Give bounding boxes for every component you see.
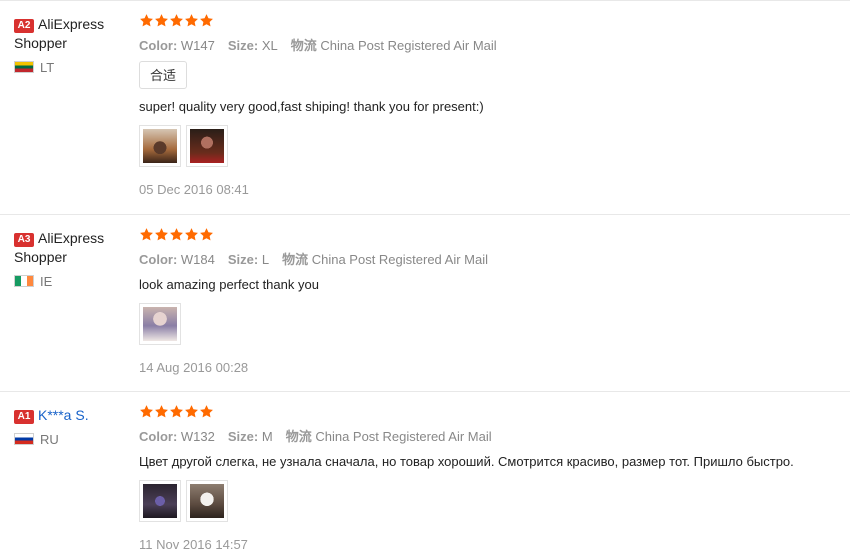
size-label: Size: <box>227 429 259 444</box>
size-value: XL <box>261 38 278 53</box>
order-attributes: Color: W147 Size: XL 物流 China Post Registe… <box>139 37 840 54</box>
star-icon <box>139 404 154 419</box>
star-icon <box>169 227 184 242</box>
country-code: RU <box>40 432 59 447</box>
shipping-value: China Post Registered Air Mail <box>320 38 497 53</box>
star-icon <box>139 13 154 28</box>
star-icon <box>199 404 214 419</box>
reviewer-info: A3 AliExpress Shopper IE <box>14 229 124 290</box>
shipping-value: China Post Registered Air Mail <box>315 429 492 444</box>
color-label: Color: <box>139 429 178 444</box>
review-item: A2 AliExpress Shopper LT Color: W147 Size:… <box>0 0 850 215</box>
star-icon <box>184 404 199 419</box>
ireland-flag-icon <box>14 275 34 287</box>
review-photo-thumbnail[interactable] <box>139 303 181 345</box>
review-date: 14 Aug 2016 00:28 <box>139 360 249 375</box>
reviewer-name-line[interactable]: A1 K***a S. <box>14 406 124 425</box>
review-item: A3 AliExpress Shopper IE Color: W184 Size:… <box>0 215 850 392</box>
shipping-value: China Post Registered Air Mail <box>311 252 489 267</box>
reviewer-country: LT <box>14 60 124 76</box>
review-date: 11 Nov 2016 14:57 <box>139 537 248 552</box>
review-photos <box>139 303 840 345</box>
order-attributes: Color: W132 Size: M 物流 China Post Register… <box>139 428 840 445</box>
reviewer-name-line: A2 AliExpress Shopper <box>14 15 124 53</box>
reviewer-name-link[interactable]: K***a S. <box>38 407 89 423</box>
star-icon <box>199 227 214 242</box>
star-icon <box>154 404 169 419</box>
size-value: M <box>261 429 273 444</box>
color-value: W147 <box>180 38 215 53</box>
color-label: Color: <box>139 38 178 53</box>
star-icon <box>169 404 184 419</box>
country-code: IE <box>40 274 53 289</box>
size-label: Size: <box>227 38 259 53</box>
review-item: A1 K***a S. RU Color: W132 Size: M 物流 China… <box>0 392 850 560</box>
star-icon <box>184 227 199 242</box>
review-photo-thumbnail[interactable] <box>139 125 181 167</box>
color-value: W184 <box>180 252 215 267</box>
review-date: 05 Dec 2016 08:41 <box>139 182 249 197</box>
review-photos <box>139 125 840 167</box>
star-icon <box>154 13 169 28</box>
star-rating <box>139 13 840 33</box>
review-body: Color: W132 Size: M 物流 China Post Register… <box>139 404 840 553</box>
star-rating <box>139 404 840 424</box>
size-label: Size: <box>227 252 259 267</box>
lithuania-flag-icon <box>14 61 34 73</box>
reviewer-name-line: A3 AliExpress Shopper <box>14 229 124 267</box>
review-photo-thumbnail[interactable] <box>186 480 228 522</box>
star-icon <box>154 227 169 242</box>
star-icon <box>139 227 154 242</box>
reviewer-info: A1 K***a S. RU <box>14 406 124 448</box>
reviewer-country: IE <box>14 274 124 290</box>
review-body: Color: W184 Size: L 物流 China Post Register… <box>139 227 840 376</box>
country-code: LT <box>40 60 55 75</box>
review-text: look amazing perfect thank you <box>139 277 319 292</box>
buyer-level-badge: A2 <box>14 19 34 33</box>
shipping-label: 物流 <box>282 252 309 267</box>
star-icon <box>169 13 184 28</box>
reviewer-country: RU <box>14 432 124 448</box>
review-tag: 合适 <box>139 61 188 89</box>
color-value: W132 <box>180 429 215 444</box>
review-photo-thumbnail[interactable] <box>186 125 228 167</box>
buyer-level-badge: A3 <box>14 233 34 247</box>
star-rating <box>139 227 840 247</box>
star-icon <box>184 13 199 28</box>
review-text: super! quality very good,fast shiping! t… <box>139 99 484 114</box>
shipping-label: 物流 <box>285 429 312 444</box>
review-body: Color: W147 Size: XL 物流 China Post Registe… <box>139 13 840 198</box>
color-label: Color: <box>139 252 178 267</box>
size-value: L <box>261 252 270 267</box>
review-photos <box>139 480 840 522</box>
shipping-label: 物流 <box>290 38 317 53</box>
review-photo-thumbnail[interactable] <box>139 480 181 522</box>
buyer-level-badge: A1 <box>14 410 34 424</box>
reviewer-info: A2 AliExpress Shopper LT <box>14 15 124 76</box>
russia-flag-icon <box>14 433 34 445</box>
star-icon <box>199 13 214 28</box>
order-attributes: Color: W184 Size: L 物流 China Post Register… <box>139 251 840 268</box>
review-text: Цвет другой слегка, не узнала сначала, н… <box>139 454 794 469</box>
